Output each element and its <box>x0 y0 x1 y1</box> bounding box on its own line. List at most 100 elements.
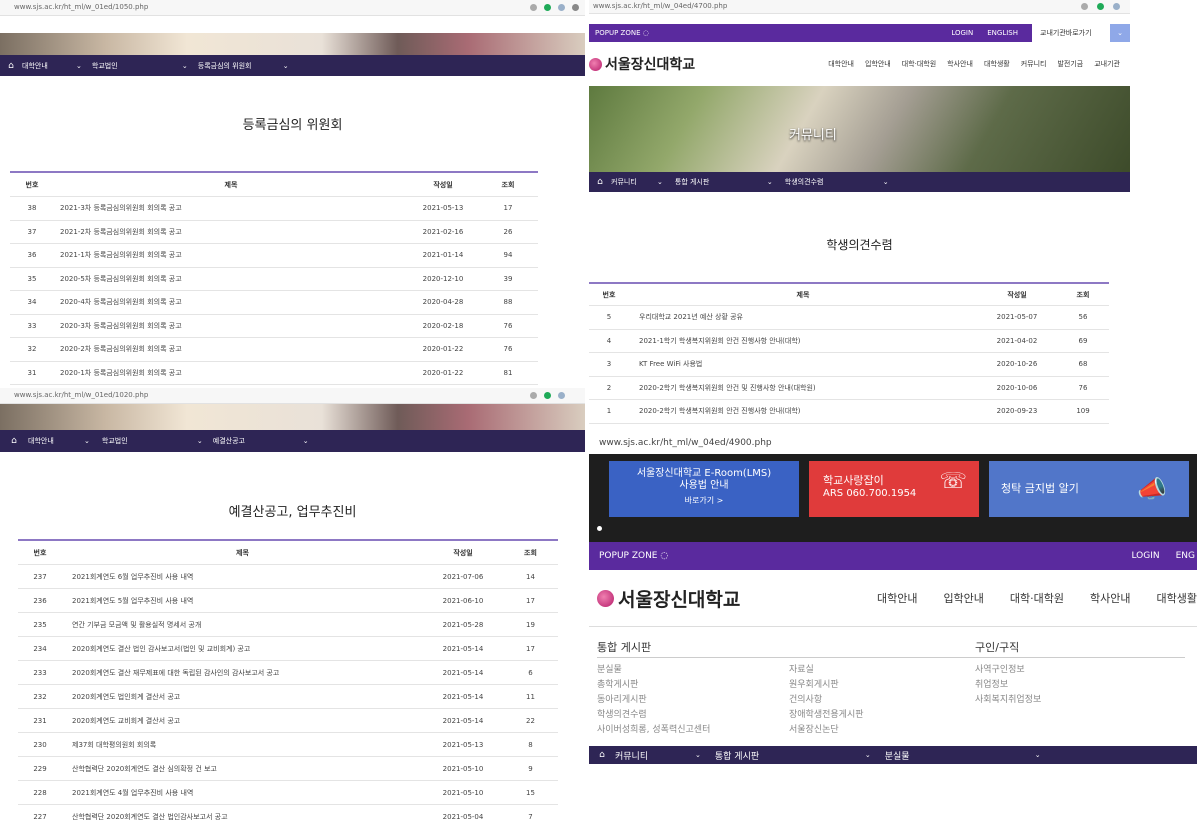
table-row[interactable]: 233 2020회계연도 결산 재무제표에 대한 독립된 감사인의 감사보고서 공… <box>18 661 558 685</box>
main-menu-item[interactable]: 학사안내 <box>947 59 973 69</box>
logo[interactable]: 서울장신대학교 <box>589 54 695 74</box>
dropdown-link[interactable]: 건의사항 <box>789 693 864 708</box>
table-row[interactable]: 38 2021-3차 등록금심의위원회 회의록 공고 2021-05-13 17 <box>10 197 538 221</box>
table-row[interactable]: 37 2021-2차 등록금심의위원회 회의록 공고 2021-02-16 26 <box>10 221 538 244</box>
dropdown-link[interactable]: 자료실 <box>789 663 864 678</box>
nav-item-2[interactable]: 통합 게시판 <box>715 749 865 762</box>
table-row[interactable]: 32 2020-2차 등록금심의위원회 회의록 공고 2020-01-22 76 <box>10 338 538 362</box>
row-title-link[interactable]: 연간 기부금 모금액 및 활용실적 명세서 공개 <box>62 620 423 630</box>
chevron-down-icon[interactable]: ⌄ <box>883 178 889 186</box>
table-row[interactable]: 2 2020-2학기 학생복지위원회 안건 및 진행사항 안내(대학원) 2020-… <box>589 377 1109 400</box>
chevron-down-icon[interactable]: ⌄ <box>767 178 773 186</box>
home-icon[interactable] <box>530 392 537 399</box>
dropdown-link[interactable]: 총학게시판 <box>597 678 710 693</box>
row-title-link[interactable]: 2020-3차 등록금심의위원회 회의록 공고 <box>54 321 408 331</box>
main-menu-item[interactable]: 대학안내 <box>828 59 854 69</box>
popup-zone-toggle[interactable]: POPUP ZONE ◌ <box>595 29 649 37</box>
table-row[interactable]: 34 2020-4차 등록금심의위원회 회의록 공고 2020-04-28 88 <box>10 291 538 315</box>
chevron-down-icon[interactable]: ⌄ <box>76 62 82 70</box>
row-title-link[interactable]: 2020-2학기 학생복지위원회 안건 진행사항 안내(대학) <box>629 406 977 416</box>
dropdown-link[interactable]: 서울장신논단 <box>789 723 864 738</box>
table-row[interactable]: 3 KT Free WiFi 사용법 2020-10-26 68 <box>589 353 1109 377</box>
chevron-down-icon[interactable]: ⌄ <box>657 178 663 186</box>
english-link[interactable]: ENGLISH <box>987 29 1018 37</box>
menu-icon[interactable] <box>572 4 579 11</box>
table-row[interactable]: 36 2021-1차 등록금심의위원회 회의록 공고 2021-01-14 94 <box>10 244 538 268</box>
row-title-link[interactable]: 2020-2차 등록금심의위원회 회의록 공고 <box>54 344 408 354</box>
lms-guide-tile[interactable]: 서울장신대학교 E-Room(LMS) 사용법 안내 바로가기 > <box>609 461 799 517</box>
nav-item-3[interactable]: 예결산공고 <box>213 436 303 446</box>
nav-item-1[interactable]: 커뮤니티 <box>615 749 695 762</box>
table-row[interactable]: 35 2020-5차 등록금심의위원회 회의록 공고 2020-12-10 39 <box>10 268 538 291</box>
chevron-down-icon[interactable]: ⌄ <box>303 437 309 445</box>
main-menu-item[interactable]: 대학안내 <box>877 590 917 606</box>
nav-item-3[interactable]: 학생의견수렴 <box>785 177 883 187</box>
main-menu-item[interactable]: 대학생활 <box>1157 590 1197 606</box>
nav-item-3[interactable]: 등록금심의 위원회 <box>198 61 283 71</box>
popup-zone-toggle[interactable]: POPUP ZONE ◌ <box>599 551 668 561</box>
row-title-link[interactable]: 2020-5차 등록금심의위원회 회의록 공고 <box>54 274 408 284</box>
chevron-down-icon[interactable]: ⌄ <box>197 437 203 445</box>
nav-item-2[interactable]: 통합 게시판 <box>675 177 767 187</box>
row-title-link[interactable]: 2021회계연도 6월 업무추진비 사용 내역 <box>62 572 423 582</box>
home-icon[interactable]: ⌂ <box>0 61 22 71</box>
chrome-icon[interactable] <box>544 4 551 11</box>
chevron-down-icon[interactable]: ⌄ <box>1035 751 1041 759</box>
dropdown-link[interactable]: 사역구인정보 <box>975 663 1041 678</box>
home-icon[interactable] <box>530 4 537 11</box>
address-bar[interactable]: www.sjs.ac.kr/ht_ml/w_04ed/4700.php <box>589 0 1130 14</box>
main-menu-item[interactable]: 교내기관 <box>1094 59 1120 69</box>
nav-item-2[interactable]: 학교법인 <box>102 436 197 446</box>
main-menu-item[interactable]: 커뮤니티 <box>1021 59 1047 69</box>
dropdown-link[interactable]: 학생의견수렴 <box>597 708 710 723</box>
row-title-link[interactable]: 산학협력단 2020회계연도 결산 법인감사보고서 공고 <box>62 812 423 820</box>
chrome-icon[interactable] <box>544 392 551 399</box>
address-bar[interactable]: www.sjs.ac.kr/ht_ml/w_01ed/1050.php <box>0 0 585 16</box>
nav-item-1[interactable]: 대학안내 <box>22 61 62 71</box>
chevron-down-icon[interactable]: ⌄ <box>695 751 701 759</box>
nav-item-1[interactable]: 대학안내 <box>28 436 76 446</box>
table-row[interactable]: 237 2021회계연도 6월 업무추진비 사용 내역 2021-07-06 14 <box>18 565 558 589</box>
row-title-link[interactable]: 2020회계연도 교비회계 결산서 공고 <box>62 716 423 726</box>
row-title-link[interactable]: 2021-2차 등록금심의위원회 회의록 공고 <box>54 227 408 237</box>
extension-icon[interactable] <box>1113 3 1120 10</box>
extension-icon[interactable] <box>558 4 565 11</box>
english-link[interactable]: ENG <box>1176 551 1195 561</box>
home-icon[interactable]: ⌂ <box>589 177 611 187</box>
main-menu-item[interactable]: 발전기금 <box>1057 59 1083 69</box>
table-row[interactable]: 4 2021-1학기 학생복지위원회 안건 진행사항 안내(대학) 2021-04-… <box>589 330 1109 353</box>
row-title-link[interactable]: KT Free WiFi 사용법 <box>629 359 977 369</box>
main-menu-item[interactable]: 대학·대학원 <box>902 59 936 69</box>
login-link[interactable]: LOGIN <box>1131 551 1159 561</box>
table-row[interactable]: 229 산학협력단 2020회계연도 결산 심의확정 건 보고 2021-05-10… <box>18 757 558 781</box>
main-menu-item[interactable]: 대학·대학원 <box>1010 590 1064 606</box>
chevron-down-icon[interactable]: ⌄ <box>84 437 90 445</box>
home-icon[interactable]: ⌂ <box>0 436 28 446</box>
row-title-link[interactable]: 2021-3차 등록금심의위원회 회의록 공고 <box>54 203 408 213</box>
table-row[interactable]: 227 산학협력단 2020회계연도 결산 법인감사보고서 공고 2021-05-0… <box>18 805 558 820</box>
chevron-down-icon[interactable]: ⌄ <box>865 751 871 759</box>
table-row[interactable]: 228 2021회계연도 4월 업무추진비 사용 내역 2021-05-10 15 <box>18 781 558 805</box>
quick-select[interactable]: 교내기관바로가기 <box>1032 24 1110 42</box>
dropdown-link[interactable]: 사이버성희롱, 성폭력신고센터 <box>597 723 710 738</box>
dropdown-link[interactable]: 사회복지취업정보 <box>975 693 1041 708</box>
nav-item-2[interactable]: 학교법인 <box>92 61 182 71</box>
chrome-icon[interactable] <box>1097 3 1104 10</box>
row-title-link[interactable]: 2021-1차 등록금심의위원회 회의록 공고 <box>54 250 408 260</box>
row-title-link[interactable]: 2020-4차 등록금심의위원회 회의록 공고 <box>54 297 408 307</box>
main-menu-item[interactable]: 대학생활 <box>984 59 1010 69</box>
table-row[interactable]: 5 우리대학교 2021년 예산 상황 공유 2021-05-07 56 <box>589 306 1109 330</box>
row-title-link[interactable]: 2020-1차 등록금심의위원회 회의록 공고 <box>54 368 408 378</box>
row-title-link[interactable]: 2020회계연도 결산 법인 감사보고서(법인 및 교비회계) 공고 <box>62 644 423 654</box>
table-row[interactable]: 31 2020-1차 등록금심의위원회 회의록 공고 2020-01-22 81 <box>10 362 538 385</box>
table-row[interactable]: 235 연간 기부금 모금액 및 활용실적 명세서 공개 2021-05-28 19 <box>18 613 558 637</box>
home-icon[interactable]: ⌂ <box>589 750 615 760</box>
table-row[interactable]: 230 제37회 대학평의원회 회의록 2021-05-13 8 <box>18 733 558 757</box>
main-menu-item[interactable]: 학사안내 <box>1090 590 1130 606</box>
nav-item-3[interactable]: 분실물 <box>885 749 1035 762</box>
row-title-link[interactable]: 2020-2학기 학생복지위원회 안건 및 진행사항 안내(대학원) <box>629 383 977 393</box>
anti-graft-law-tile[interactable]: 청탁 금지법 알기 📣 <box>989 461 1189 517</box>
dropdown-link[interactable]: 원우회게시판 <box>789 678 864 693</box>
chevron-down-icon[interactable]: ⌄ <box>283 62 289 70</box>
address-bar[interactable]: www.sjs.ac.kr/ht_ml/w_01ed/1020.php <box>0 388 585 404</box>
